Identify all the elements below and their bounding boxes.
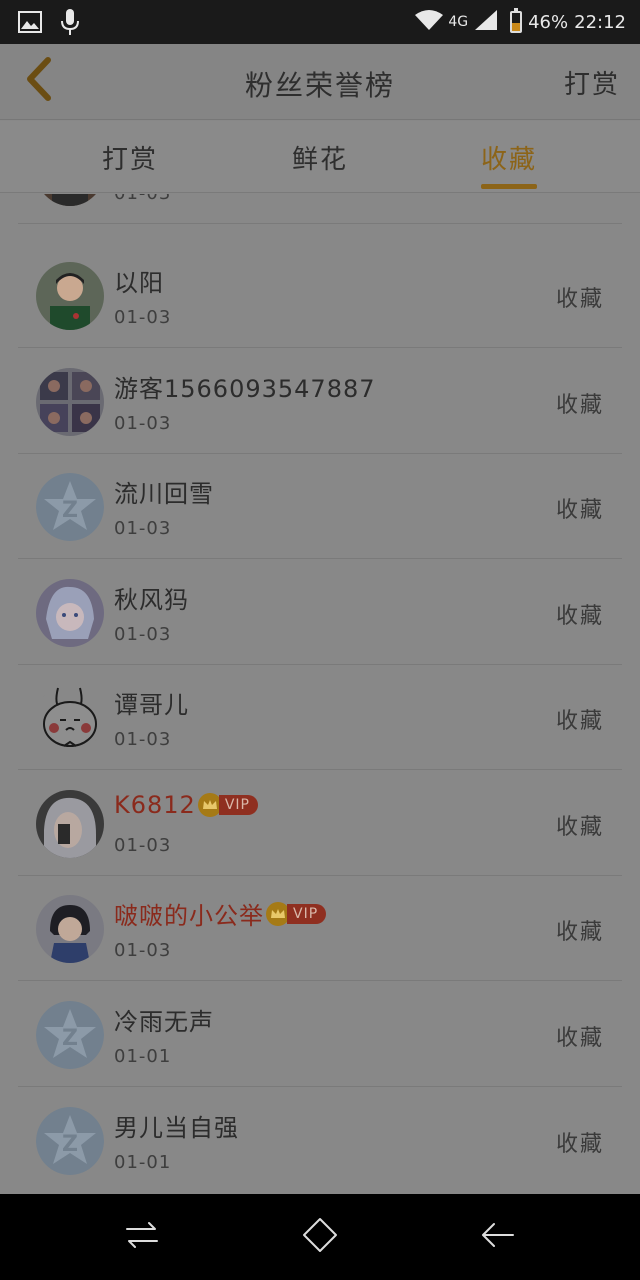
vip-label: VIP: [218, 795, 258, 815]
microphone-icon: [60, 8, 80, 40]
recent-apps-button[interactable]: [120, 1215, 164, 1259]
user-avatar[interactable]: [36, 262, 104, 330]
date-label: 01-03: [114, 940, 172, 961]
gallery-icon: [18, 11, 42, 37]
default-star-avatar[interactable]: Z: [36, 1001, 104, 1069]
user-name: 啵啵的小公举: [114, 902, 264, 930]
list-item[interactable]: K6812 VIP 01-03 收藏: [18, 771, 622, 876]
tab-favorites[interactable]: 收藏: [449, 139, 569, 176]
user-name: K6812: [114, 791, 196, 819]
vip-badge: VIP: [266, 901, 327, 926]
tab-flowers[interactable]: 鲜花: [260, 139, 380, 176]
action-label: 收藏: [555, 604, 604, 629]
action-label: 收藏: [555, 815, 604, 840]
vip-badge: VIP: [197, 793, 258, 817]
user-name: 冷雨无声: [114, 1008, 214, 1036]
list-item[interactable]: 秋风犸 01-03 收藏: [18, 560, 622, 665]
vip-label: VIP: [287, 903, 327, 924]
user-name: 秋风犸: [114, 586, 189, 614]
user-avatar[interactable]: [36, 790, 104, 858]
battery-icon: [510, 8, 523, 33]
action-label: 收藏: [555, 920, 604, 945]
battery-percent: 46%: [528, 11, 569, 33]
user-avatar[interactable]: [36, 194, 104, 206]
date-label: 01-03: [114, 835, 172, 856]
default-star-avatar[interactable]: Z: [36, 1107, 104, 1175]
date-label: 01-01: [114, 1046, 172, 1067]
recent-apps-icon: [125, 1220, 159, 1254]
date-label: 01-03: [114, 624, 172, 645]
reward-button[interactable]: 打赏: [564, 64, 620, 101]
list-item[interactable]: 01-03 收藏: [18, 194, 622, 224]
svg-text:Z: Z: [62, 1026, 78, 1051]
signal-icon: [474, 9, 498, 36]
user-name: 男儿当自强: [114, 1114, 239, 1142]
user-name: 谭哥儿: [114, 691, 189, 719]
user-avatar[interactable]: [36, 895, 104, 963]
action-label: 收藏: [555, 393, 604, 418]
user-name: 游客1566093547887: [114, 375, 376, 403]
date-label: 01-03: [114, 729, 172, 750]
status-bar: 4G 46% 22:12: [0, 0, 640, 44]
tab-reward[interactable]: 打赏: [70, 139, 190, 176]
action-label: 收藏: [555, 709, 604, 734]
user-name: 流川回雪: [114, 480, 214, 508]
action-label: 收藏: [555, 498, 604, 523]
list-item[interactable]: Z 流川回雪 01-03 收藏: [18, 454, 622, 559]
action-label: 收藏: [555, 1026, 604, 1051]
home-button[interactable]: [298, 1215, 342, 1259]
tab-bar: 打赏 鲜花 收藏: [0, 121, 640, 193]
list-item[interactable]: 以阳 01-03 收藏: [18, 243, 622, 348]
date-label: 01-03: [114, 307, 172, 328]
network-type: 4G: [448, 14, 469, 30]
default-star-avatar[interactable]: Z: [36, 473, 104, 541]
header: 粉丝荣誉榜 打赏: [0, 44, 640, 120]
svg-text:Z: Z: [62, 498, 78, 523]
rabbit-avatar[interactable]: [36, 684, 104, 752]
user-name-line: 啵啵的小公举 VIP: [114, 896, 327, 931]
list-item[interactable]: Z 男儿当自强 01-01 收藏: [18, 1088, 622, 1193]
date-label: 01-01: [114, 1152, 172, 1173]
active-tab-indicator: [481, 184, 537, 189]
clock: 22:12: [574, 11, 626, 33]
user-avatar[interactable]: [36, 579, 104, 647]
back-arrow-icon: [481, 1220, 515, 1254]
system-nav-bar: [0, 1194, 640, 1280]
action-label: 收藏: [555, 1132, 604, 1157]
wifi-icon: [414, 9, 444, 36]
list-item[interactable]: 谭哥儿 01-03 收藏: [18, 665, 622, 770]
list-item[interactable]: Z 冷雨无声 01-01 收藏: [18, 982, 622, 1087]
home-icon: [302, 1217, 338, 1257]
date-label: 01-03: [114, 518, 172, 539]
svg-text:Z: Z: [62, 1132, 78, 1157]
user-name: 以阳: [114, 269, 164, 297]
list-item[interactable]: 游客1566093547887 01-03 收藏: [18, 349, 622, 454]
action-label: 收藏: [555, 287, 604, 312]
page-title: 粉丝荣誉榜: [244, 69, 395, 102]
user-avatar[interactable]: [36, 368, 104, 436]
list-item[interactable]: 啵啵的小公举 VIP 01-03 收藏: [18, 876, 622, 981]
battery-level: [512, 22, 521, 31]
user-name-line: K6812 VIP: [114, 791, 258, 819]
date-label: 01-03: [114, 194, 171, 204]
fan-list[interactable]: 01-03 收藏 以阳 01-03 收藏 游客1566093547887 01-…: [0, 194, 640, 1194]
date-label: 01-03: [114, 413, 172, 434]
back-nav-button[interactable]: [476, 1215, 520, 1259]
